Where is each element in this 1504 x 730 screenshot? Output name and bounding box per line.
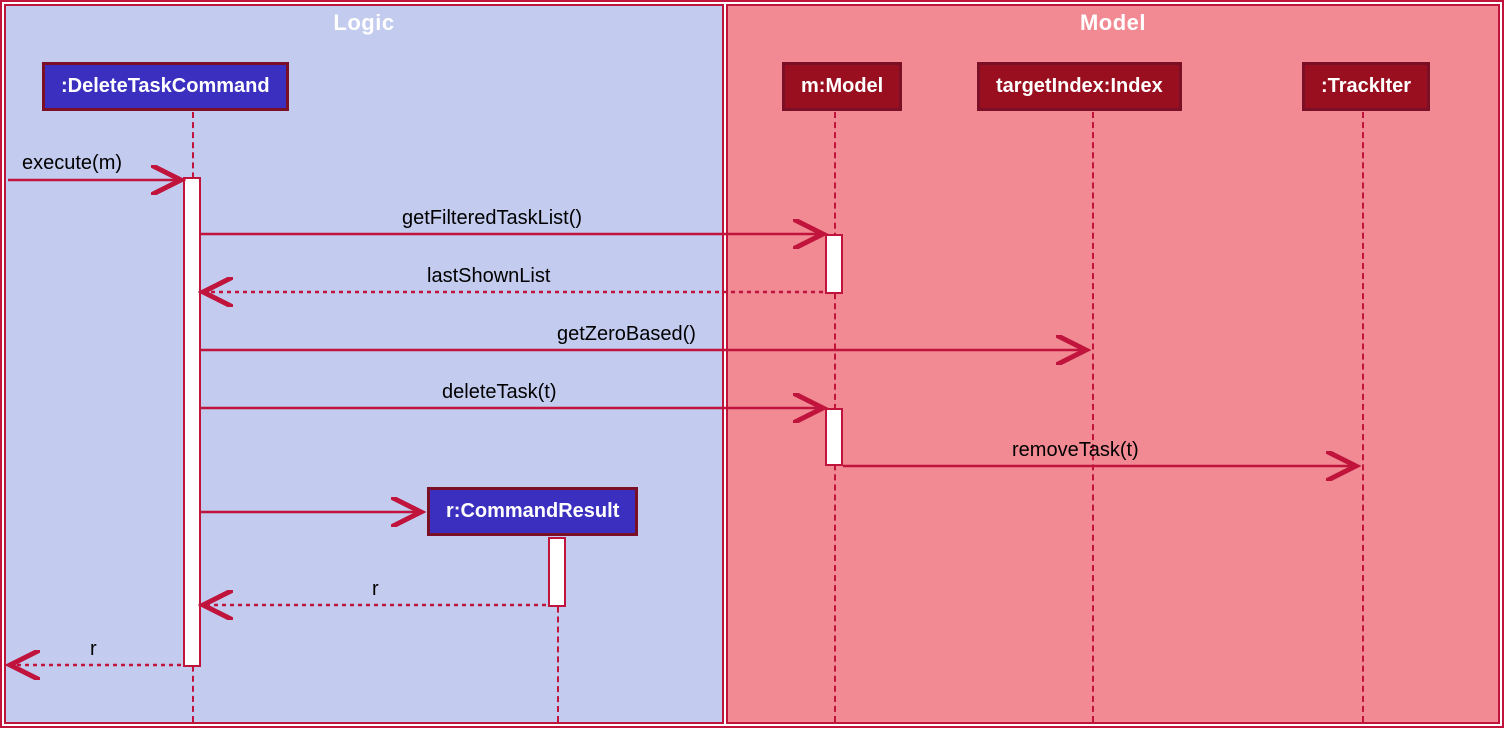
participant-model: m:Model — [782, 62, 902, 111]
participant-target-index: targetIndex:Index — [977, 62, 1182, 111]
msg-get-zero-based: getZeroBased() — [557, 323, 696, 346]
activation-model-2 — [825, 408, 843, 466]
msg-return-r-2: r — [90, 638, 97, 661]
participant-track-iter: :TrackIter — [1302, 62, 1430, 111]
sequence-diagram: Logic Model :DeleteTaskCommand m:Model t… — [0, 0, 1504, 728]
region-logic-title: Logic — [6, 10, 722, 36]
msg-execute: execute(m) — [22, 152, 122, 175]
participant-delete-task-command: :DeleteTaskCommand — [42, 62, 289, 111]
lifeline-track-iter — [1362, 112, 1364, 722]
msg-remove-task: removeTask(t) — [1012, 439, 1139, 462]
msg-get-filtered-task-list: getFilteredTaskList() — [402, 207, 582, 230]
region-model: Model — [726, 4, 1500, 724]
lifeline-target-index — [1092, 112, 1094, 722]
region-logic: Logic — [4, 4, 724, 724]
msg-return-r-1: r — [372, 578, 379, 601]
msg-delete-task: deleteTask(t) — [442, 381, 557, 404]
activation-delete-task-command — [183, 177, 201, 667]
msg-last-shown-list: lastShownList — [427, 265, 550, 288]
region-model-title: Model — [728, 10, 1498, 36]
activation-model-1 — [825, 234, 843, 294]
activation-command-result — [548, 537, 566, 607]
participant-command-result: r:CommandResult — [427, 487, 638, 536]
